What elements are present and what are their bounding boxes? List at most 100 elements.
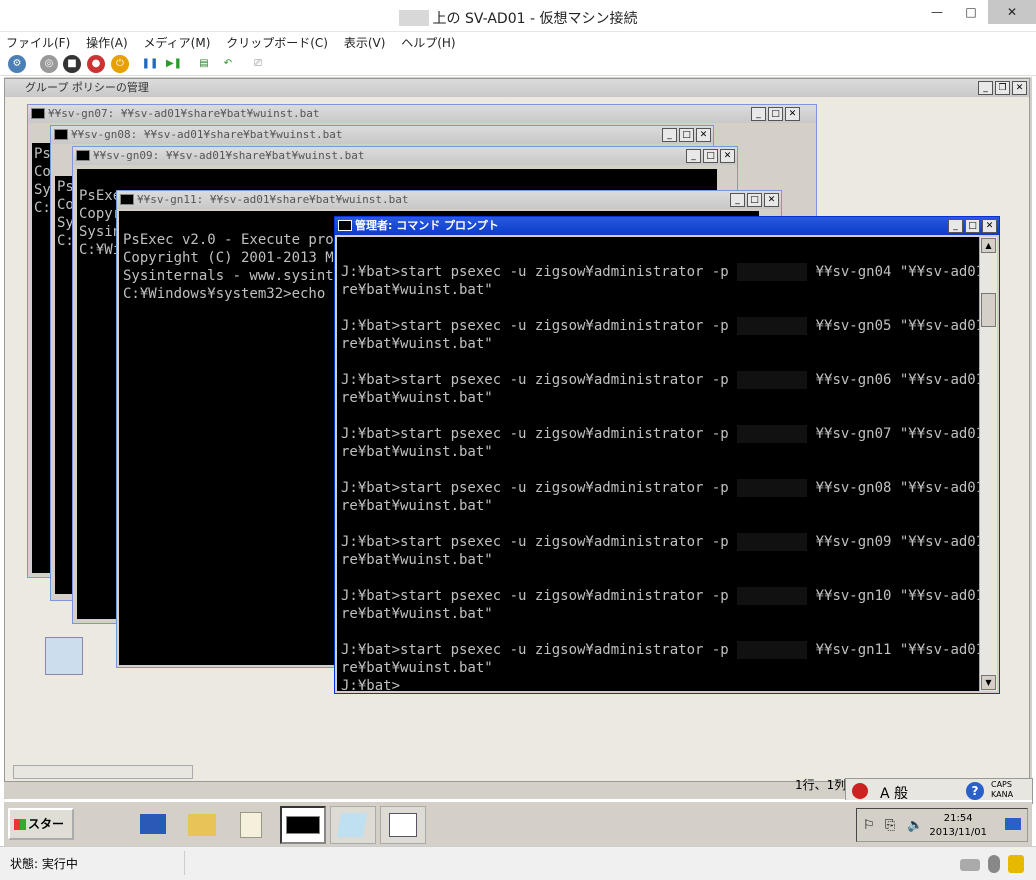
status-divider xyxy=(184,851,185,875)
scroll-down-button[interactable]: ▼ xyxy=(981,675,996,690)
cmd-taskbar-button[interactable] xyxy=(280,806,326,844)
bg-restore-button[interactable]: ❐ xyxy=(995,81,1010,95)
admin-prompt-title: 管理者: コマンド プロンプト xyxy=(335,217,999,235)
minimize-button[interactable]: _ xyxy=(730,193,745,207)
enhanced-session-icon[interactable]: ⎚ xyxy=(249,55,267,73)
command-continuation: re¥bat¥wuinst.bat" xyxy=(341,390,493,406)
maximize-button[interactable]: □ xyxy=(703,149,718,163)
close-button[interactable]: ✕ xyxy=(982,219,997,233)
mouse-icon xyxy=(988,855,1000,873)
bg-close-button[interactable]: ✕ xyxy=(1012,81,1027,95)
command-line: J:¥bat>start psexec -u zigsow¥administra… xyxy=(341,425,981,443)
maximize-button[interactable]: □ xyxy=(954,0,988,24)
close-button[interactable]: ✕ xyxy=(988,0,1036,24)
window-taskbar-button[interactable] xyxy=(380,806,426,844)
final-prompt: J:¥bat> xyxy=(341,678,401,691)
vm-status-bar: 状態: 実行中 xyxy=(0,846,1036,880)
command-continuation: re¥bat¥wuinst.bat" xyxy=(341,444,493,460)
menu-file[interactable]: ファイル(F) xyxy=(0,32,76,53)
horizontal-scrollbar[interactable] xyxy=(13,765,193,779)
turn-off-icon[interactable]: ■ xyxy=(63,55,81,73)
redacted-password xyxy=(737,641,808,659)
app-taskbar-button[interactable] xyxy=(330,806,376,844)
command-line: J:¥bat>start psexec -u zigsow¥administra… xyxy=(341,587,981,605)
command-continuation: re¥bat¥wuinst.bat" xyxy=(341,282,493,298)
cmd-icon xyxy=(338,220,352,231)
caps-indicator: CAPS KANA xyxy=(991,780,1014,799)
command-line: J:¥bat>start psexec -u zigsow¥administra… xyxy=(341,263,981,281)
show-desktop-icon[interactable] xyxy=(1005,818,1021,830)
close-button[interactable]: ✕ xyxy=(720,149,735,163)
server-manager-icon[interactable] xyxy=(84,806,130,844)
command-line: J:¥bat>start psexec -u zigsow¥administra… xyxy=(341,533,981,551)
lock-icon xyxy=(1008,855,1024,873)
clock[interactable]: 21:54 2013/11/01 xyxy=(929,812,987,840)
start-button[interactable]: スタート xyxy=(8,808,74,859)
help-icon[interactable]: ? xyxy=(966,782,984,800)
console-title-gn08: ¥¥sv-gn08: ¥¥sv-ad01¥share¥bat¥wuinst.ba… xyxy=(51,126,713,144)
cmd-icon xyxy=(54,129,68,140)
command-continuation: re¥bat¥wuinst.bat" xyxy=(341,552,493,568)
menu-view[interactable]: 表示(V) xyxy=(338,32,392,53)
close-button[interactable]: ✕ xyxy=(696,128,711,142)
menu-help[interactable]: ヘルプ(H) xyxy=(395,32,461,53)
keyboard-icon xyxy=(960,859,980,871)
cmd-icon xyxy=(120,194,134,205)
console-title-gn09: ¥¥sv-gn09: ¥¥sv-ad01¥share¥bat¥wuinst.ba… xyxy=(73,147,737,165)
redacted-password xyxy=(737,263,808,281)
command-continuation: re¥bat¥wuinst.bat" xyxy=(341,606,493,622)
command-line: J:¥bat>start psexec -u zigsow¥administra… xyxy=(341,641,981,659)
flag-icon[interactable]: ⚐ xyxy=(863,818,875,833)
reset-icon[interactable]: ▶❚ xyxy=(165,55,183,73)
minimize-button[interactable]: _ xyxy=(686,149,701,163)
maximize-button[interactable]: □ xyxy=(679,128,694,142)
explorer-icon[interactable] xyxy=(180,806,226,844)
start-vm-icon[interactable]: ◎ xyxy=(40,55,58,73)
scroll-up-button[interactable]: ▲ xyxy=(981,238,996,253)
gear-icon xyxy=(45,637,83,675)
background-window-title: グループ ポリシーの管理 xyxy=(5,79,1029,97)
network-icon[interactable]: ⎘ xyxy=(885,818,895,833)
maximize-button[interactable]: □ xyxy=(965,219,980,233)
minimize-button[interactable]: — xyxy=(920,0,954,24)
close-button[interactable]: ✕ xyxy=(764,193,779,207)
revert-icon[interactable]: ↶ xyxy=(219,55,237,73)
vm-toolbar: ⚙ ◎ ■ ● ⏻ ❚❚ ▶❚ ▤ ↶ ⎚ xyxy=(0,52,1036,76)
ctrl-alt-del-icon[interactable]: ⚙ xyxy=(8,55,26,73)
save-state-icon[interactable]: ⏻ xyxy=(111,55,129,73)
notepad-icon[interactable] xyxy=(230,806,276,844)
system-tray: ⚐ ⎘ 🔈 21:54 2013/11/01 xyxy=(856,808,1028,842)
vm-title: 上の SV-AD01 - 仮想マシン接続 xyxy=(432,11,638,27)
menu-clipboard[interactable]: クリップボード(C) xyxy=(220,32,334,53)
redacted-password xyxy=(737,371,808,389)
pause-icon[interactable]: ❚❚ xyxy=(141,55,159,73)
redacted-password xyxy=(737,317,808,335)
shutdown-icon[interactable]: ● xyxy=(87,55,105,73)
bg-minimize-button[interactable]: _ xyxy=(978,81,993,95)
volume-icon[interactable]: 🔈 xyxy=(907,818,923,833)
menu-media[interactable]: メディア(M) xyxy=(138,32,217,53)
admin-prompt-output[interactable]: J:¥bat>start psexec -u zigsow¥administra… xyxy=(337,237,981,691)
menu-action[interactable]: 操作(A) xyxy=(80,32,134,53)
minimize-button[interactable]: _ xyxy=(662,128,677,142)
command-continuation: re¥bat¥wuinst.bat" xyxy=(341,498,493,514)
redacted-password xyxy=(737,425,808,443)
ime-icon[interactable] xyxy=(852,783,868,799)
console-title-gn07: ¥¥sv-gn07: ¥¥sv-ad01¥share¥bat¥wuinst.ba… xyxy=(28,105,816,123)
minimize-button[interactable]: _ xyxy=(751,107,766,121)
redacted-password xyxy=(737,533,808,551)
admin-command-prompt[interactable]: 管理者: コマンド プロンプト _ □ ✕ J:¥bat>start psexe… xyxy=(334,216,1000,694)
close-button[interactable]: ✕ xyxy=(785,107,800,121)
vertical-scrollbar[interactable]: ▲ ▼ xyxy=(979,237,997,691)
minimize-button[interactable]: _ xyxy=(948,219,963,233)
scroll-thumb[interactable] xyxy=(981,293,996,327)
cmd-icon xyxy=(76,150,90,161)
command-continuation: re¥bat¥wuinst.bat" xyxy=(341,336,493,352)
powershell-icon[interactable] xyxy=(132,806,178,844)
redacted-password xyxy=(737,479,808,497)
maximize-button[interactable]: □ xyxy=(768,107,783,121)
command-continuation: re¥bat¥wuinst.bat" xyxy=(341,660,493,676)
command-line: J:¥bat>start psexec -u zigsow¥administra… xyxy=(341,371,981,389)
maximize-button[interactable]: □ xyxy=(747,193,762,207)
checkpoint-icon[interactable]: ▤ xyxy=(195,55,213,73)
